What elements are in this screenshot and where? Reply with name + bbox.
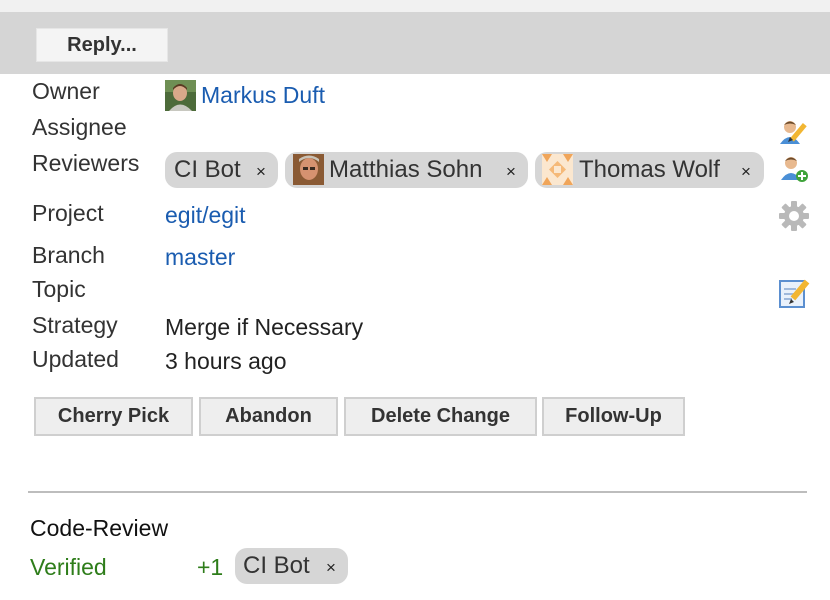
- reviewer-name: Matthias Sohn: [329, 156, 483, 183]
- assignee-label: Assignee: [32, 114, 127, 140]
- edit-topic-icon[interactable]: [778, 277, 810, 309]
- gear-icon[interactable]: [778, 200, 810, 232]
- reviewer-chip-thomas-wolf: Thomas Wolf ×: [535, 152, 764, 188]
- change-toolbar: Reply...: [0, 12, 830, 74]
- verified-score: +1: [197, 554, 224, 580]
- verified-voter-chip: CI Bot ×: [235, 548, 348, 584]
- branch-label: Branch: [32, 242, 105, 268]
- remove-reviewer-button[interactable]: ×: [256, 162, 266, 182]
- project-label: Project: [32, 200, 104, 226]
- remove-reviewer-button[interactable]: ×: [506, 162, 516, 182]
- reply-button[interactable]: Reply...: [36, 28, 168, 62]
- updated-label: Updated: [32, 346, 119, 372]
- branch-link[interactable]: master: [165, 244, 235, 271]
- follow-up-button[interactable]: Follow-Up: [542, 397, 685, 436]
- strategy-label: Strategy: [32, 312, 118, 338]
- voter-name: CI Bot: [243, 552, 310, 579]
- delete-change-button[interactable]: Delete Change: [344, 397, 537, 436]
- owner-avatar[interactable]: [165, 80, 196, 111]
- edit-assignee-icon[interactable]: [778, 116, 810, 148]
- updated-value: 3 hours ago: [165, 348, 287, 374]
- reviewer-identicon: [542, 154, 573, 185]
- owner-label: Owner: [32, 78, 100, 104]
- topic-label: Topic: [32, 276, 86, 302]
- code-review-label: Code-Review: [30, 515, 169, 541]
- strategy-value: Merge if Necessary: [165, 314, 364, 340]
- reviewer-avatar: [293, 154, 324, 185]
- reviewer-name: Thomas Wolf: [579, 156, 720, 183]
- reviewer-chip-matthias-sohn: Matthias Sohn ×: [285, 152, 528, 188]
- top-strip: [0, 0, 830, 12]
- add-reviewer-icon[interactable]: [778, 152, 810, 184]
- reviewers-label: Reviewers: [32, 150, 140, 176]
- owner-name-link[interactable]: Markus Duft: [201, 82, 325, 109]
- section-divider: [28, 491, 807, 493]
- reviewer-chip-ci-bot: CI Bot ×: [165, 152, 278, 188]
- project-link[interactable]: egit/egit: [165, 202, 246, 229]
- cherry-pick-button[interactable]: Cherry Pick: [34, 397, 193, 436]
- abandon-button[interactable]: Abandon: [199, 397, 338, 436]
- remove-vote-button[interactable]: ×: [326, 558, 336, 578]
- verified-label: Verified: [30, 554, 107, 580]
- remove-reviewer-button[interactable]: ×: [741, 162, 751, 182]
- reviewer-name: CI Bot: [174, 156, 241, 183]
